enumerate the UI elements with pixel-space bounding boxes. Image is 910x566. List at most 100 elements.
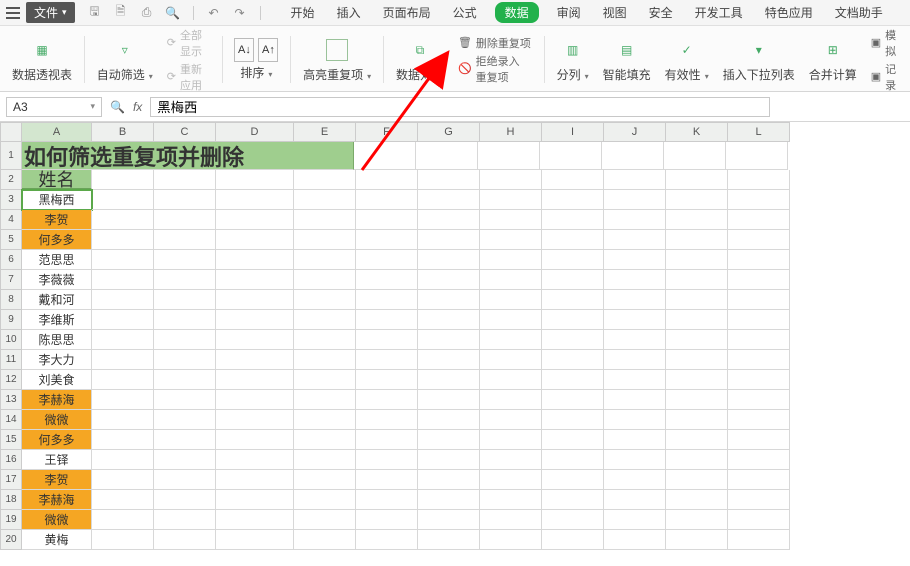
- cell-K13[interactable]: [666, 390, 728, 410]
- simulate-button[interactable]: ▣ 模拟: [871, 27, 898, 59]
- cell-L18[interactable]: [728, 490, 790, 510]
- cell-K3[interactable]: [666, 190, 728, 210]
- cell-D2[interactable]: [216, 170, 294, 190]
- tab-文档助手[interactable]: 文档助手: [831, 2, 887, 23]
- row-header-14[interactable]: 14: [0, 410, 22, 430]
- cell-I8[interactable]: [542, 290, 604, 310]
- cell-D17[interactable]: [216, 470, 294, 490]
- cell-F3[interactable]: [356, 190, 418, 210]
- cell-J14[interactable]: [604, 410, 666, 430]
- cell-C14[interactable]: [154, 410, 216, 430]
- cell-C8[interactable]: [154, 290, 216, 310]
- cell-D6[interactable]: [216, 250, 294, 270]
- cell-B6[interactable]: [92, 250, 154, 270]
- print-icon[interactable]: ⎙: [139, 5, 155, 21]
- cell-C5[interactable]: [154, 230, 216, 250]
- cell-I7[interactable]: [542, 270, 604, 290]
- cell-C11[interactable]: [154, 350, 216, 370]
- cell-F11[interactable]: [356, 350, 418, 370]
- cell-L1[interactable]: [726, 142, 788, 170]
- cell-L11[interactable]: [728, 350, 790, 370]
- cell-G8[interactable]: [418, 290, 480, 310]
- cell-L17[interactable]: [728, 470, 790, 490]
- preview-icon[interactable]: 🔍: [165, 5, 181, 21]
- cell-J15[interactable]: [604, 430, 666, 450]
- cell-E12[interactable]: [294, 370, 356, 390]
- col-header-L[interactable]: L: [728, 122, 790, 142]
- cell-I15[interactable]: [542, 430, 604, 450]
- cell-K4[interactable]: [666, 210, 728, 230]
- cell-L20[interactable]: [728, 530, 790, 550]
- cell-C13[interactable]: [154, 390, 216, 410]
- cell-G7[interactable]: [418, 270, 480, 290]
- col-header-I[interactable]: I: [542, 122, 604, 142]
- validation-button[interactable]: ✓ 有效性: [659, 32, 715, 87]
- cell-C7[interactable]: [154, 270, 216, 290]
- cell-F6[interactable]: [356, 250, 418, 270]
- col-header-J[interactable]: J: [604, 122, 666, 142]
- cell-H17[interactable]: [480, 470, 542, 490]
- cell-C9[interactable]: [154, 310, 216, 330]
- cells-area[interactable]: 如何筛选重复项并删除姓名黑梅西李贺何多多范思思李薇薇戴和河李维斯陈思思李大力刘美…: [22, 142, 790, 550]
- cell-B11[interactable]: [92, 350, 154, 370]
- cell-H10[interactable]: [480, 330, 542, 350]
- row-header-11[interactable]: 11: [0, 350, 22, 370]
- cell-K12[interactable]: [666, 370, 728, 390]
- cell-D9[interactable]: [216, 310, 294, 330]
- title-cell[interactable]: 如何筛选重复项并删除: [22, 142, 354, 170]
- save-as-icon[interactable]: 🗎: [113, 5, 129, 21]
- undo-icon[interactable]: ↶: [206, 5, 222, 21]
- cell-C17[interactable]: [154, 470, 216, 490]
- cell-F8[interactable]: [356, 290, 418, 310]
- cell-I17[interactable]: [542, 470, 604, 490]
- cell-D12[interactable]: [216, 370, 294, 390]
- row-header-3[interactable]: 3: [0, 190, 22, 210]
- row-header-18[interactable]: 18: [0, 490, 22, 510]
- col-header-F[interactable]: F: [356, 122, 418, 142]
- cell-K16[interactable]: [666, 450, 728, 470]
- cell-I13[interactable]: [542, 390, 604, 410]
- cell-I20[interactable]: [542, 530, 604, 550]
- tab-公式[interactable]: 公式: [449, 2, 481, 23]
- cell-C4[interactable]: [154, 210, 216, 230]
- tab-插入[interactable]: 插入: [333, 2, 365, 23]
- cell-E10[interactable]: [294, 330, 356, 350]
- cell-E14[interactable]: [294, 410, 356, 430]
- col-header-D[interactable]: D: [216, 122, 294, 142]
- cell-B7[interactable]: [92, 270, 154, 290]
- row-header-15[interactable]: 15: [0, 430, 22, 450]
- cell-G3[interactable]: [418, 190, 480, 210]
- cell-A14[interactable]: 微微: [22, 410, 92, 430]
- cell-L19[interactable]: [728, 510, 790, 530]
- cell-I6[interactable]: [542, 250, 604, 270]
- showall-button[interactable]: ⟳ 全部显示: [167, 27, 210, 59]
- cell-H19[interactable]: [480, 510, 542, 530]
- cell-F2[interactable]: [356, 170, 418, 190]
- cell-H9[interactable]: [480, 310, 542, 330]
- cell-J5[interactable]: [604, 230, 666, 250]
- cell-F12[interactable]: [356, 370, 418, 390]
- cell-D5[interactable]: [216, 230, 294, 250]
- cell-C18[interactable]: [154, 490, 216, 510]
- filter-button[interactable]: ▿ 自动筛选: [91, 32, 159, 87]
- cell-A7[interactable]: 李薇薇: [22, 270, 92, 290]
- remove-dup-button[interactable]: 🗑 删除重复项: [458, 35, 531, 51]
- cell-B16[interactable]: [92, 450, 154, 470]
- cell-D18[interactable]: [216, 490, 294, 510]
- cell-I11[interactable]: [542, 350, 604, 370]
- record-button[interactable]: ▣ 记录: [871, 61, 898, 93]
- select-all-corner[interactable]: [0, 122, 22, 142]
- row-header-5[interactable]: 5: [0, 230, 22, 250]
- cell-C20[interactable]: [154, 530, 216, 550]
- cell-A9[interactable]: 李维斯: [22, 310, 92, 330]
- cell-G13[interactable]: [418, 390, 480, 410]
- cell-F10[interactable]: [356, 330, 418, 350]
- row-header-9[interactable]: 9: [0, 310, 22, 330]
- cell-F7[interactable]: [356, 270, 418, 290]
- cell-B12[interactable]: [92, 370, 154, 390]
- col-header-A[interactable]: A: [22, 122, 92, 142]
- tab-特色应用[interactable]: 特色应用: [761, 2, 817, 23]
- cell-B19[interactable]: [92, 510, 154, 530]
- cell-L6[interactable]: [728, 250, 790, 270]
- cell-D15[interactable]: [216, 430, 294, 450]
